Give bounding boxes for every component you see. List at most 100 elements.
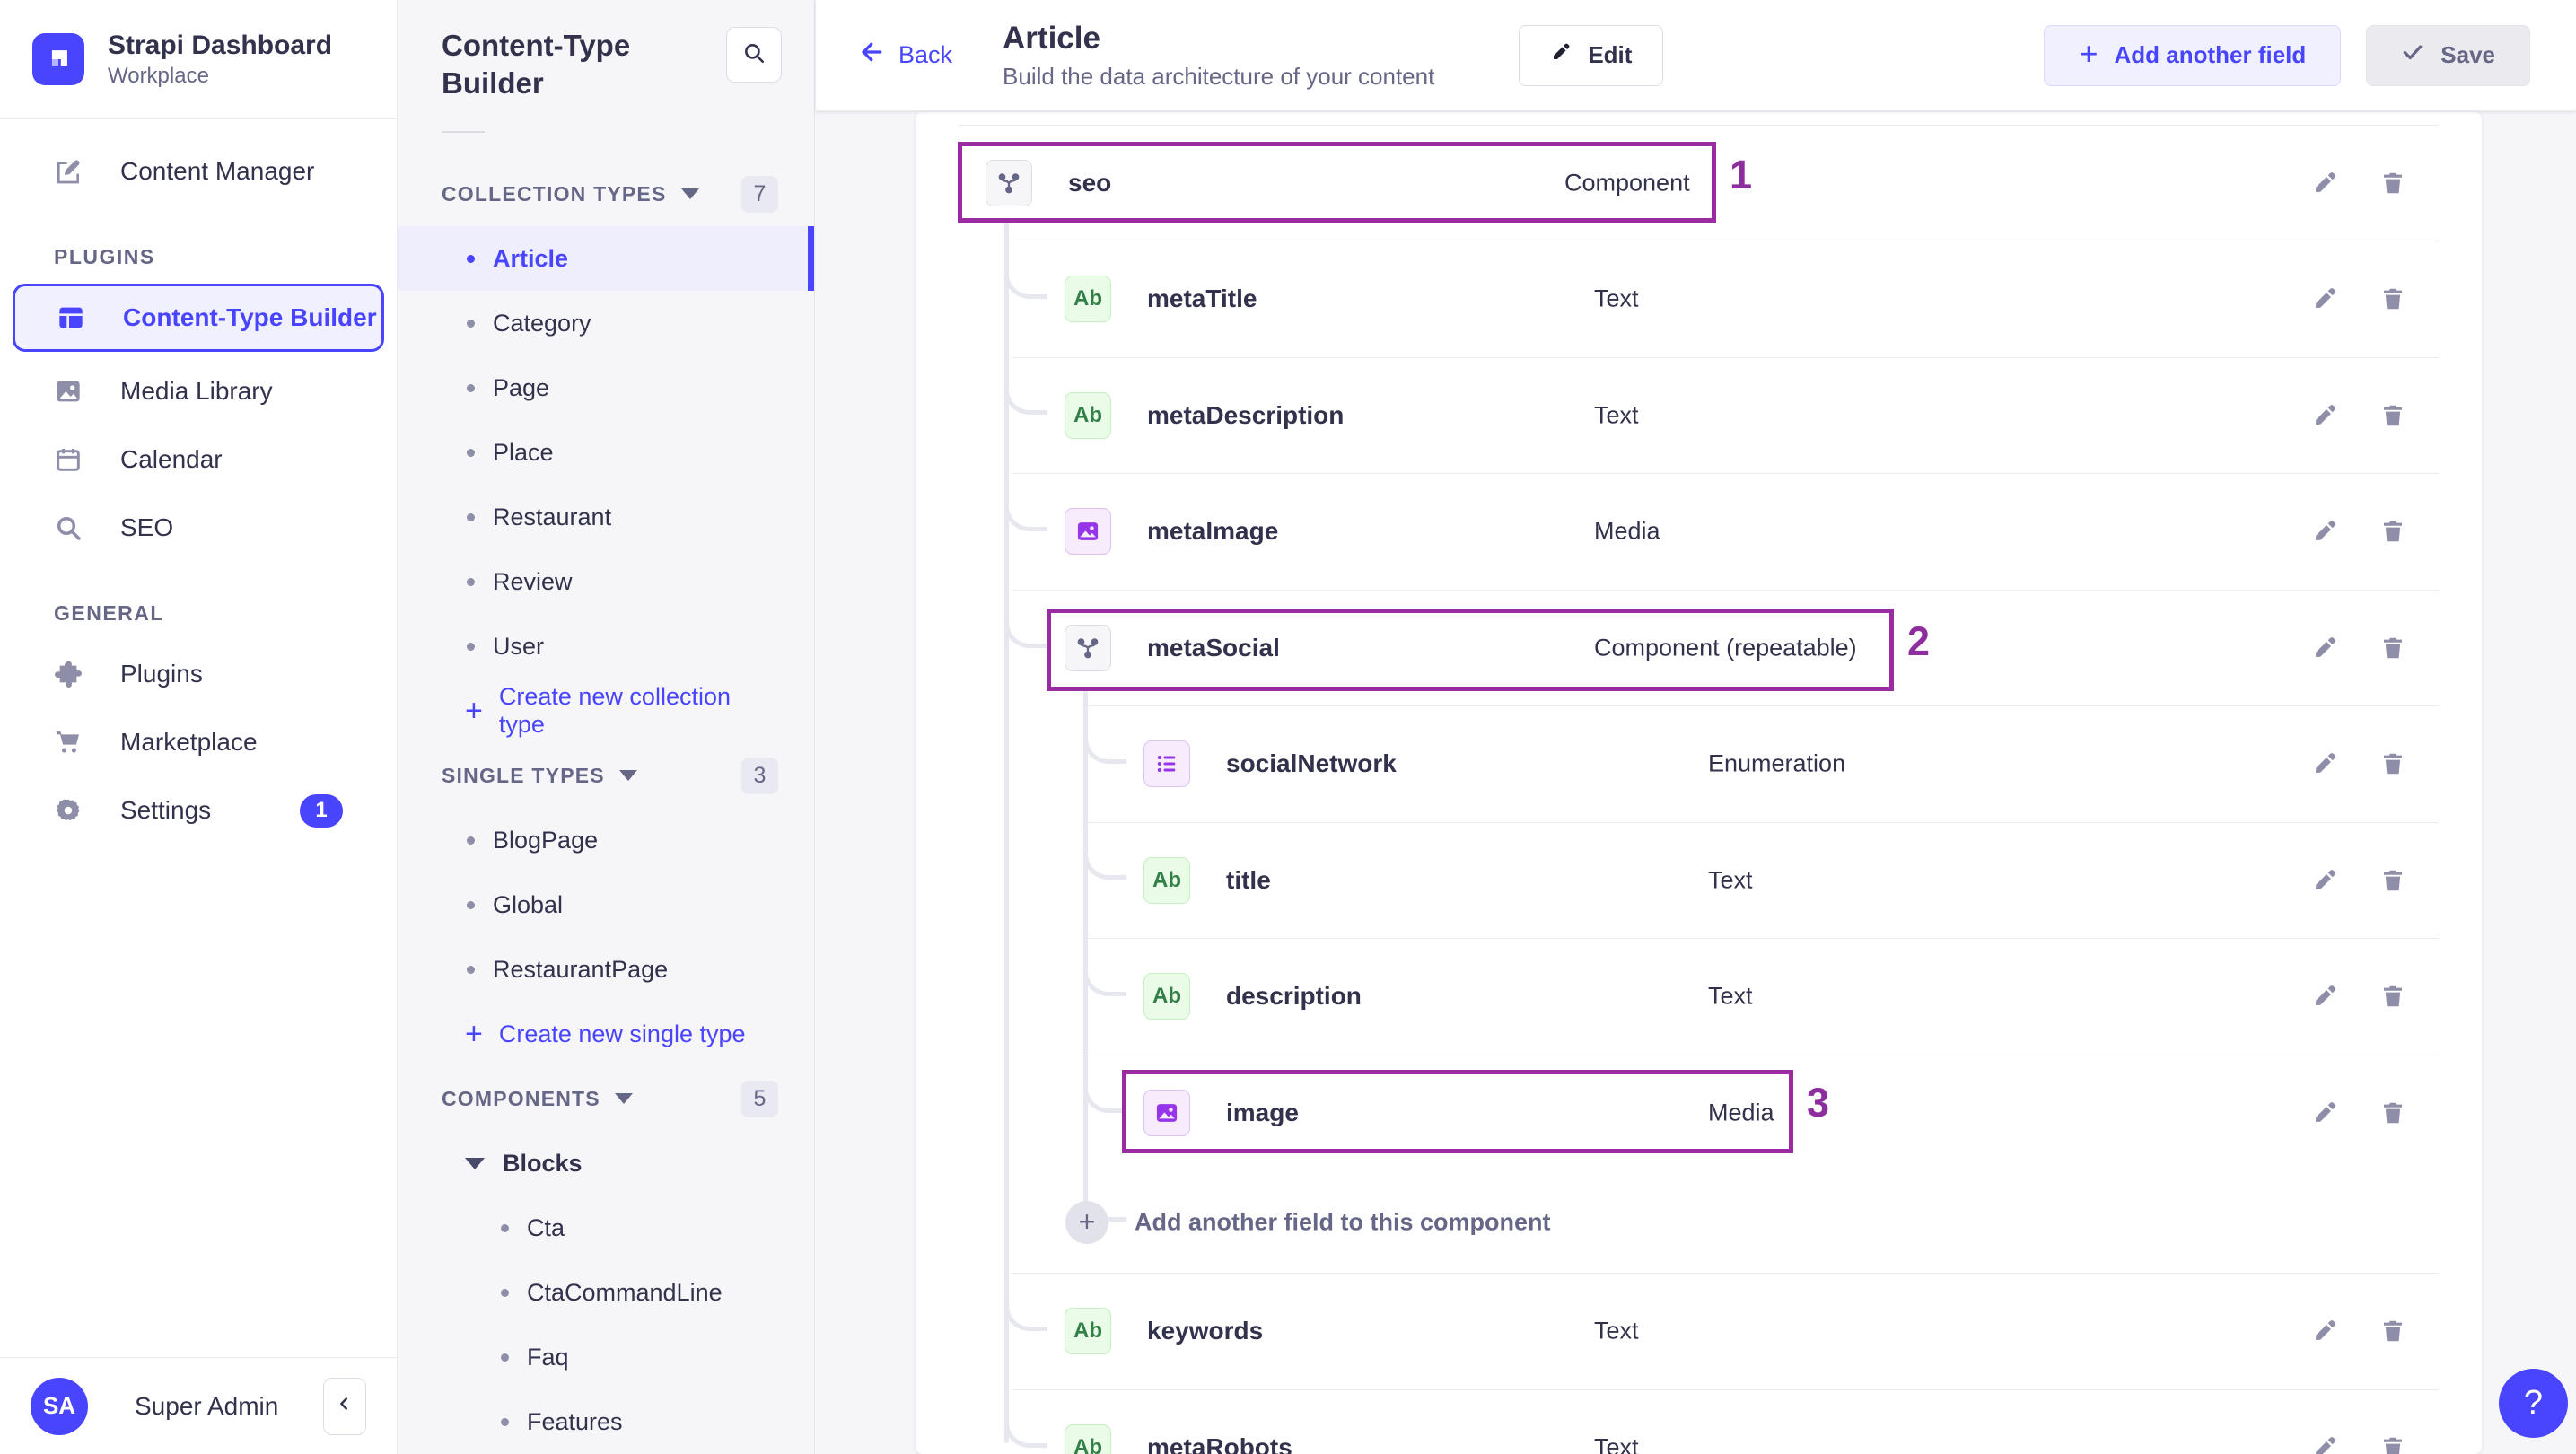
field-type: Component	[1564, 169, 1690, 196]
edit-field-button[interactable]	[2310, 1317, 2339, 1345]
chevron-down-icon	[680, 188, 699, 199]
component-item-cta[interactable]: Cta	[398, 1196, 814, 1260]
component-item-faq[interactable]: Faq	[398, 1325, 814, 1389]
field-row-metaTitle[interactable]: Ab metaTitle Text	[916, 241, 2482, 357]
text-field-icon: Ab	[1065, 1424, 1111, 1454]
field-row-metaSocial[interactable]: metaSocial Component (repeatable)	[916, 590, 2482, 705]
edit-field-button[interactable]	[2310, 401, 2339, 430]
edit-button[interactable]: Edit	[1519, 24, 1664, 86]
delete-field-button[interactable]	[2379, 1099, 2407, 1127]
type-item-review[interactable]: Review	[398, 549, 814, 614]
type-item-article[interactable]: Article	[398, 226, 814, 291]
type-item-blogpage[interactable]: BlogPage	[398, 808, 814, 872]
component-item-features[interactable]: Features	[398, 1389, 814, 1454]
sidebar-item-content-type-builder[interactable]: Content-Type Builder	[13, 284, 384, 352]
sidebar-item-label: Plugins	[120, 660, 203, 688]
chevron-down-icon	[465, 1157, 485, 1169]
sidebar-item-seo[interactable]: SEO	[13, 494, 384, 562]
type-item-user[interactable]: User	[398, 614, 814, 679]
create-link[interactable]: + Create new collection type	[398, 679, 814, 743]
row-separator	[1012, 357, 2439, 358]
add-another-field-button[interactable]: + Add another field	[2044, 24, 2342, 86]
main-nav: Content Manager PLUGINS Content-Type Build…	[0, 119, 397, 1357]
edit-field-button[interactable]	[2310, 749, 2339, 778]
delete-field-button[interactable]	[2379, 866, 2407, 895]
sidebar-collapse-button[interactable]	[323, 1377, 366, 1435]
field-name: metaDescription	[1147, 400, 1345, 429]
field-row-title[interactable]: Ab title Text	[916, 822, 2482, 938]
delete-field-button[interactable]	[2379, 749, 2407, 778]
edit-field-button[interactable]	[2310, 1433, 2339, 1454]
main-sidebar: Strapi Dashboard Workplace Content Manag…	[0, 0, 398, 1454]
bullet-icon	[501, 1417, 509, 1426]
type-item-label: Page	[493, 373, 550, 401]
brand-subtitle: Workplace	[108, 64, 209, 88]
sidebar-item-calendar[interactable]: Calendar	[13, 425, 384, 494]
section-header-collection-types[interactable]: COLLECTION TYPES 7	[398, 162, 814, 226]
delete-field-button[interactable]	[2379, 982, 2407, 1011]
component-item-ctacommandline[interactable]: CtaCommandLine	[398, 1260, 814, 1325]
delete-field-button[interactable]	[2379, 634, 2407, 662]
help-button[interactable]: ?	[2499, 1369, 2568, 1438]
field-row-metaDescription[interactable]: Ab metaDescription Text	[916, 357, 2482, 473]
field-name: metaRobots	[1147, 1433, 1292, 1454]
row-actions	[2310, 285, 2407, 313]
type-item-place[interactable]: Place	[398, 420, 814, 485]
field-row-description[interactable]: Ab description Text	[916, 938, 2482, 1055]
type-item-restaurantpage[interactable]: RestaurantPage	[398, 937, 814, 1002]
back-link[interactable]: Back	[859, 39, 952, 72]
edit-field-button[interactable]	[2310, 169, 2339, 197]
edit-field-button[interactable]	[2310, 517, 2339, 546]
field-type: Text	[1708, 982, 1753, 1010]
delete-field-button[interactable]	[2379, 169, 2407, 197]
brand-header: Strapi Dashboard Workplace	[0, 0, 397, 119]
plus-icon: +	[465, 694, 483, 728]
type-item-category[interactable]: Category	[398, 291, 814, 355]
field-type: Text	[1594, 1433, 1639, 1454]
section-header-single-types[interactable]: SINGLE TYPES 3	[398, 743, 814, 808]
edit-field-button[interactable]	[2310, 1099, 2339, 1127]
sidebar-item-plugins[interactable]: Plugins	[13, 640, 384, 708]
edit-field-button[interactable]	[2310, 634, 2339, 662]
component-group-blocks[interactable]: Blocks	[398, 1131, 814, 1196]
edit-field-button[interactable]	[2310, 866, 2339, 895]
page-subtitle: Build the data architecture of your cont…	[1003, 63, 1435, 90]
field-row-image[interactable]: image Media	[916, 1055, 2482, 1171]
type-item-global[interactable]: Global	[398, 872, 814, 937]
bullet-icon	[467, 254, 475, 263]
create-link[interactable]: + Create new single type	[398, 1002, 814, 1066]
field-name: metaTitle	[1147, 285, 1257, 312]
save-button[interactable]: Save	[2366, 24, 2530, 86]
row-actions	[2310, 1317, 2407, 1345]
field-row-metaImage[interactable]: metaImage Media	[916, 473, 2482, 590]
builder-sidebar: Content-Type Builder COLLECTION TYPES 7 Ar…	[398, 0, 815, 1454]
field-row-metaRobots[interactable]: Ab metaRobots Text	[916, 1389, 2482, 1454]
component-item-label: Features	[527, 1407, 623, 1435]
type-item-page[interactable]: Page	[398, 355, 814, 420]
sidebar-item-media-library[interactable]: Media Library	[13, 357, 384, 425]
plus-circle-button[interactable]: +	[1065, 1200, 1108, 1244]
add-field-to-component-label: Add another field to this component	[1135, 1208, 1551, 1235]
delete-field-button[interactable]	[2379, 401, 2407, 430]
sidebar-item-content-manager[interactable]: Content Manager	[13, 137, 384, 206]
sidebar-item-marketplace[interactable]: Marketplace	[13, 708, 384, 776]
bullet-icon	[467, 448, 475, 457]
search-button[interactable]	[726, 27, 782, 83]
delete-field-button[interactable]	[2379, 1317, 2407, 1345]
avatar[interactable]: SA	[31, 1377, 88, 1435]
field-row-socialNetwork[interactable]: socialNetwork Enumeration	[916, 705, 2482, 822]
section-label-text: COLLECTION TYPES	[442, 181, 667, 206]
chevron-down-icon	[614, 1093, 633, 1104]
field-row-seo[interactable]: seo Component	[916, 125, 2482, 241]
section-label-text: SINGLE TYPES	[442, 763, 605, 787]
add-field-to-component-row[interactable]: + Add another field to this component	[916, 1171, 2482, 1273]
delete-field-button[interactable]	[2379, 517, 2407, 546]
field-row-keywords[interactable]: Ab keywords Text	[916, 1273, 2482, 1389]
section-header-components[interactable]: COMPONENTS 5	[398, 1066, 814, 1131]
delete-field-button[interactable]	[2379, 285, 2407, 313]
edit-field-button[interactable]	[2310, 285, 2339, 313]
sidebar-item-settings[interactable]: Settings 1	[13, 776, 384, 845]
type-item-restaurant[interactable]: Restaurant	[398, 485, 814, 549]
edit-field-button[interactable]	[2310, 982, 2339, 1011]
delete-field-button[interactable]	[2379, 1433, 2407, 1454]
